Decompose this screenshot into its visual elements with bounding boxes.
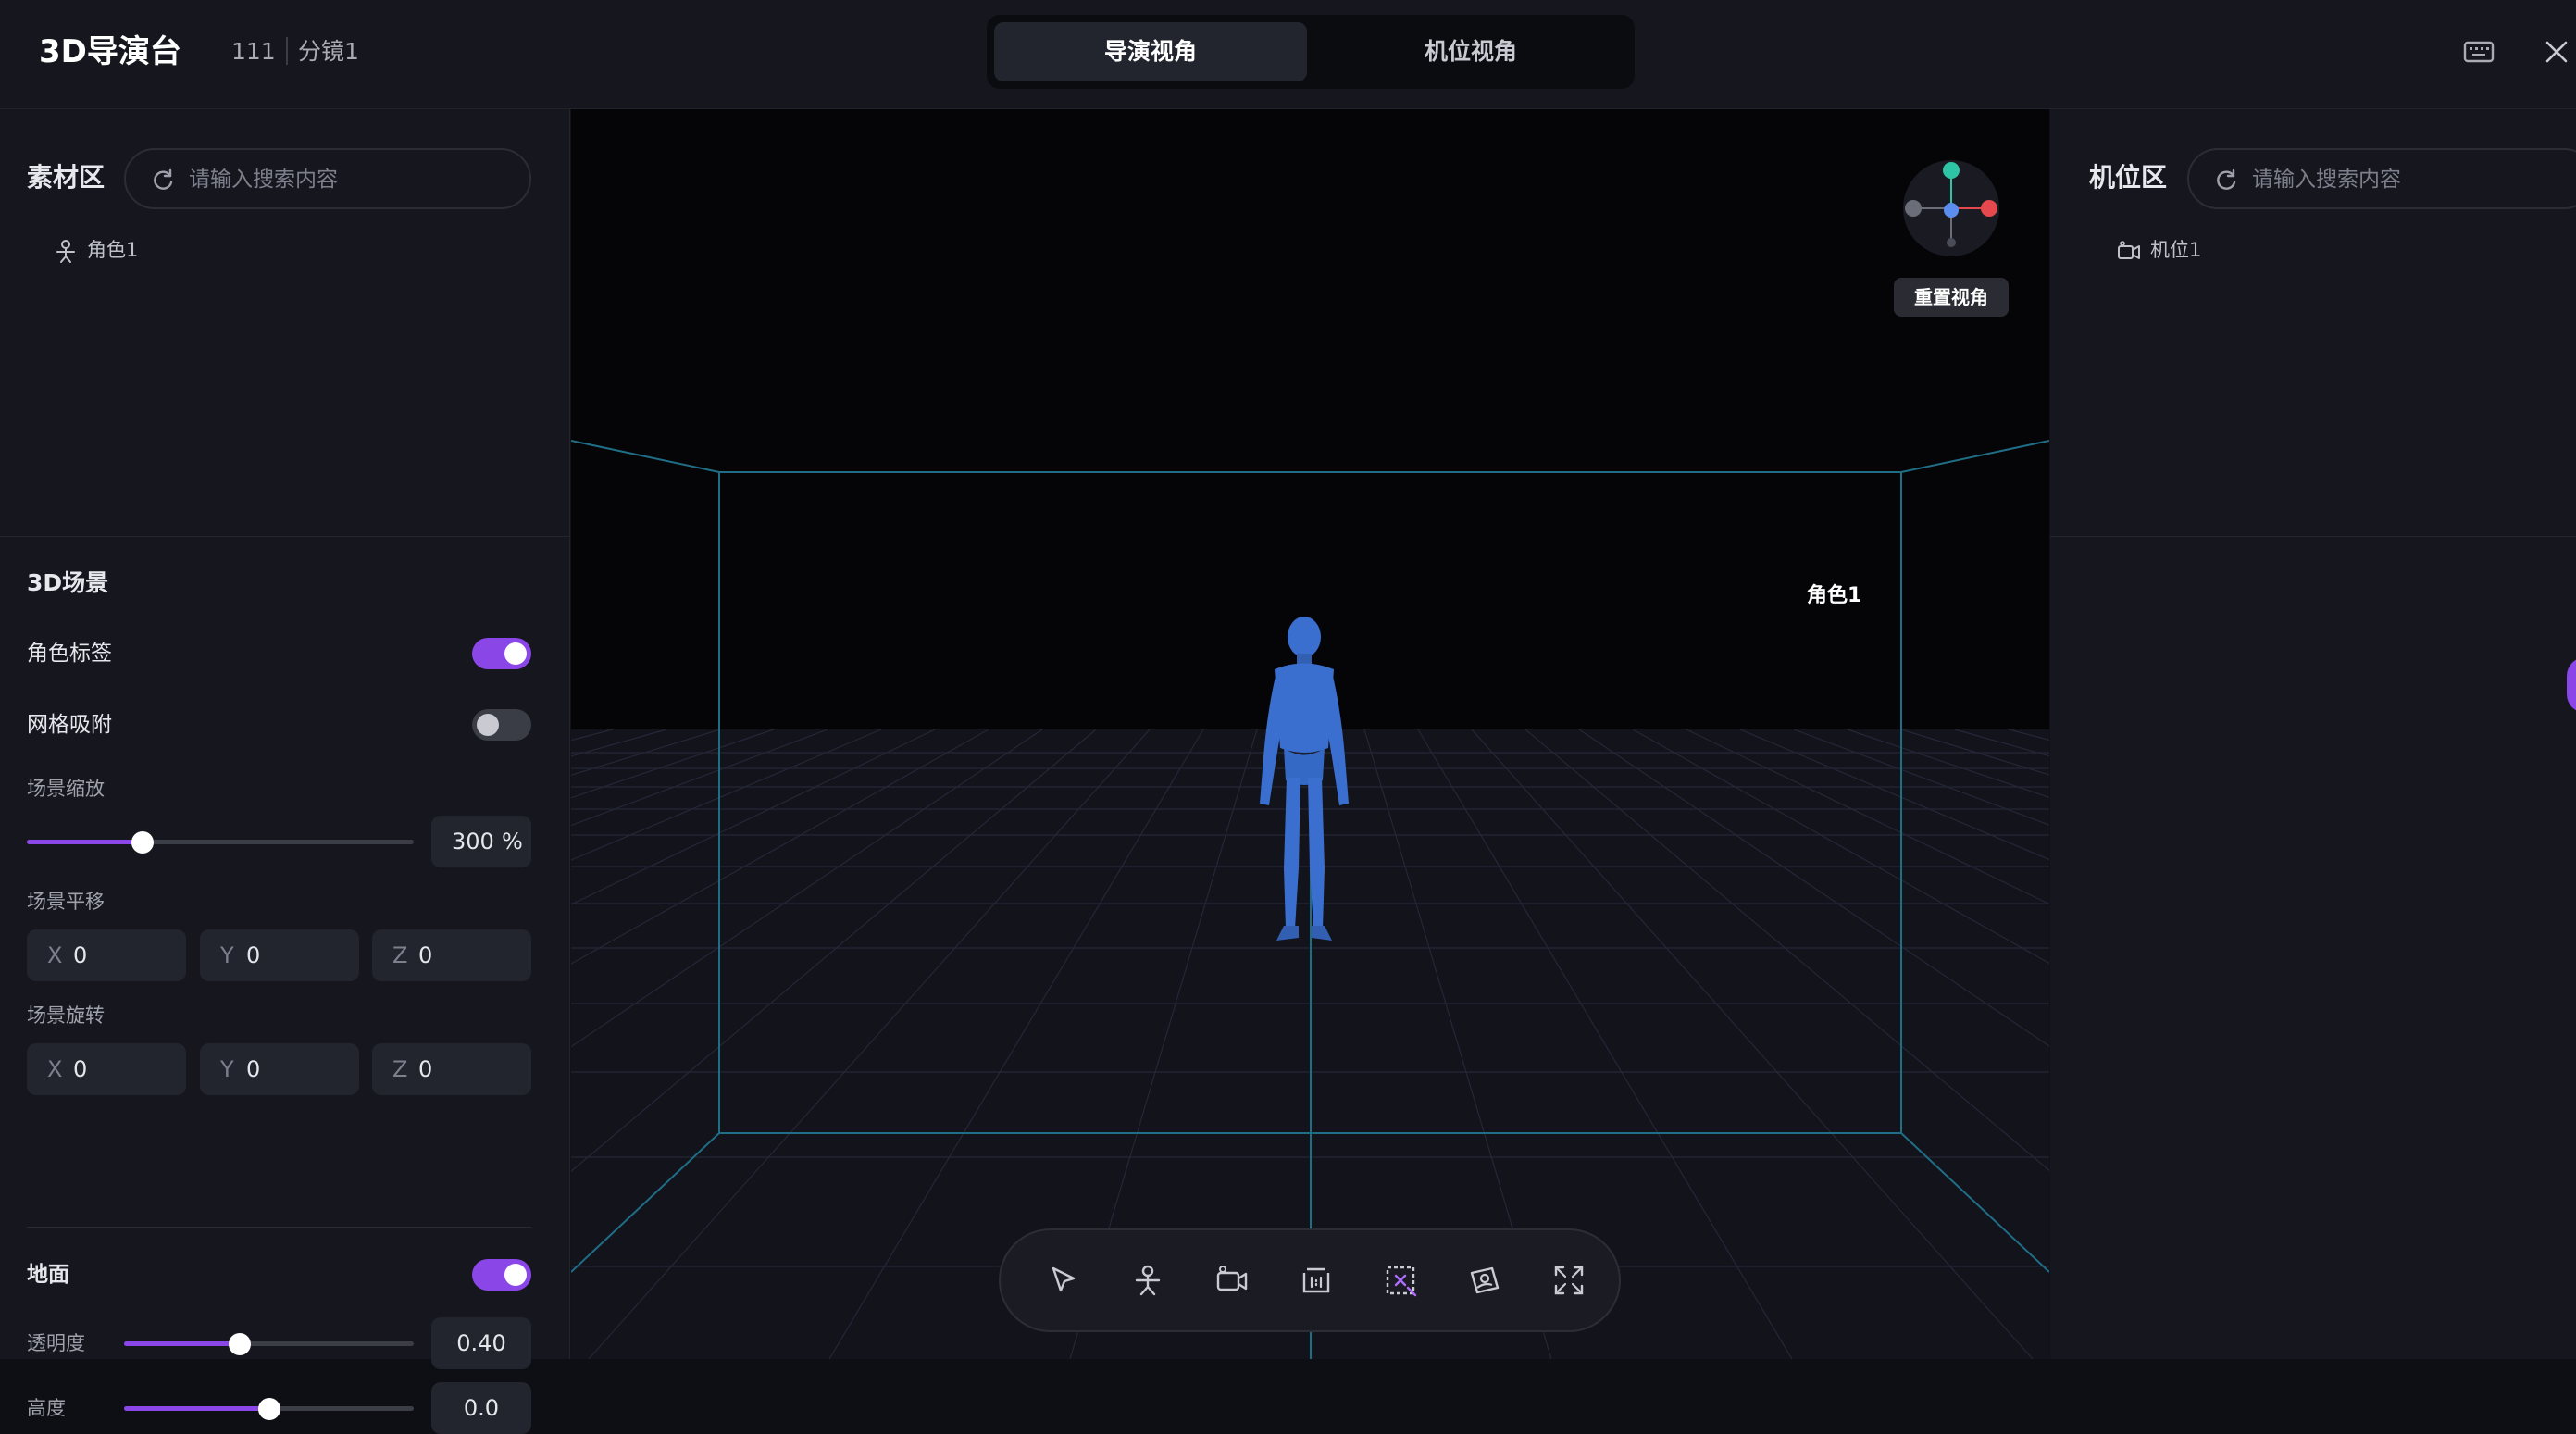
slider-fill	[124, 1341, 241, 1346]
rotate-x-field[interactable]: X 0	[27, 1043, 186, 1095]
opacity-input[interactable]: 0.40	[431, 1317, 531, 1369]
slider-thumb[interactable]	[131, 831, 155, 854]
scene-scale-value: 300	[452, 829, 494, 854]
camera-search-input[interactable]	[2252, 159, 2576, 200]
scene-canvas[interactable]	[571, 109, 2049, 1359]
translate-z-value: 0	[418, 942, 433, 968]
translate-x-value: 0	[73, 942, 88, 968]
role-label-toggle[interactable]	[472, 638, 531, 669]
orientation-gizmo[interactable]	[1900, 157, 2002, 259]
ground-label: 地面	[27, 1263, 69, 1287]
app-window: 3D导演台 111 分镜1 导演视角 机位视角 素材区 请输入搜索内容 角色1 …	[0, 0, 2576, 1434]
toggle-knob	[477, 714, 499, 736]
scene-scale-input[interactable]: 300 %	[431, 816, 531, 867]
camera-label: 机位1	[2150, 239, 2202, 261]
axis-y-label: Y	[220, 942, 234, 968]
grid-snap-toggle[interactable]	[472, 709, 531, 741]
fullscreen-icon[interactable]	[1549, 1260, 1589, 1301]
height-slider[interactable]	[124, 1394, 414, 1422]
axis-x-label: X	[47, 1056, 63, 1082]
height-input[interactable]: 0.0	[431, 1382, 531, 1434]
list-item-camera[interactable]: 机位1	[2117, 231, 2302, 268]
aspect-ratio-icon[interactable]	[1296, 1260, 1337, 1301]
camera-search[interactable]	[2187, 148, 2576, 209]
axis-x-label: X	[47, 942, 63, 968]
translate-x-field[interactable]: X 0	[27, 929, 186, 981]
assets-search[interactable]	[124, 148, 541, 209]
scene-scale-unit: %	[502, 829, 523, 854]
character-icon	[56, 240, 75, 263]
translate-y-value: 0	[246, 942, 261, 968]
search-icon	[2217, 168, 2236, 190]
height-label: 高度	[27, 1397, 66, 1419]
viewport-toolbar	[999, 1228, 1621, 1332]
right-panel: 机位区 机位1	[2050, 109, 2576, 1359]
scene-scale-label: 场景缩放	[27, 778, 105, 800]
tab-director-view[interactable]: 导演视角	[994, 22, 1307, 81]
rotate-y-value: 0	[246, 1056, 261, 1082]
opacity-slider[interactable]	[124, 1329, 414, 1357]
camera-icon	[2118, 241, 2140, 259]
view-mode-switch: 导演视角 机位视角	[987, 15, 1635, 89]
axis-y-label: Y	[220, 1056, 234, 1082]
slider-fill	[124, 1406, 269, 1411]
role-label-label: 角色标签	[27, 642, 112, 666]
remove-selection-icon[interactable]	[1380, 1260, 1421, 1301]
asset-label: 角色1	[87, 239, 139, 261]
section-divider	[27, 1227, 531, 1228]
breadcrumb-project[interactable]: 111	[231, 35, 276, 69]
grid-snap-label: 网格吸附	[27, 713, 112, 737]
search-icon	[154, 168, 173, 190]
assets-title: 素材区	[27, 162, 106, 193]
keyboard-icon[interactable]	[2460, 33, 2497, 70]
slider-fill	[27, 840, 143, 844]
left-panel: 素材区 角色1 3D场景 角色标签 网格吸附 场景缩放	[0, 109, 570, 1434]
translate-z-field[interactable]: Z 0	[372, 929, 531, 981]
assets-search-input[interactable]	[189, 159, 541, 200]
assets-section: 素材区 角色1	[0, 109, 570, 537]
header-bar: 3D导演台 111 分镜1 导演视角 机位视角	[0, 0, 2576, 109]
axis-z-label: Z	[392, 942, 408, 968]
screenshot-icon[interactable]	[1464, 1260, 1505, 1301]
slider-thumb[interactable]	[229, 1333, 252, 1355]
scene-scale-slider[interactable]	[27, 828, 414, 855]
axis-z-label: Z	[392, 1056, 408, 1082]
slider-thumb[interactable]	[257, 1398, 280, 1420]
scene-rotate-label: 场景旋转	[27, 1004, 105, 1027]
camera-title: 机位区	[2089, 162, 2168, 193]
breadcrumb-shot[interactable]: 分镜1	[298, 35, 359, 69]
app-title: 3D导演台	[39, 33, 181, 70]
reset-view-button[interactable]: 重置视角	[1894, 278, 2009, 317]
camera-section: 机位区 机位1	[2050, 109, 2576, 537]
translate-y-field[interactable]: Y 0	[200, 929, 359, 981]
close-icon[interactable]	[2538, 33, 2575, 70]
breadcrumb-separator	[286, 37, 288, 65]
list-item-character[interactable]: 角色1	[54, 231, 239, 268]
toggle-knob	[504, 642, 527, 665]
rotate-z-field[interactable]: Z 0	[372, 1043, 531, 1095]
tab-camera-view[interactable]: 机位视角	[1314, 22, 1627, 81]
rotate-z-value: 0	[418, 1056, 433, 1082]
ground-toggle[interactable]	[472, 1259, 531, 1291]
opacity-label: 透明度	[27, 1332, 85, 1354]
rotate-x-value: 0	[73, 1056, 88, 1082]
3d-viewport[interactable]: 角色1 重置视角	[571, 109, 2049, 1359]
scene-section-title: 3D场景	[27, 569, 109, 596]
add-character-icon[interactable]	[1127, 1260, 1168, 1301]
add-camera-icon[interactable]	[1212, 1260, 1252, 1301]
character-tag: 角色1	[1807, 584, 1862, 607]
toggle-knob	[504, 1264, 527, 1286]
scene-translate-label: 场景平移	[27, 891, 105, 913]
rotate-y-field[interactable]: Y 0	[200, 1043, 359, 1095]
select-icon[interactable]	[1043, 1260, 1084, 1301]
